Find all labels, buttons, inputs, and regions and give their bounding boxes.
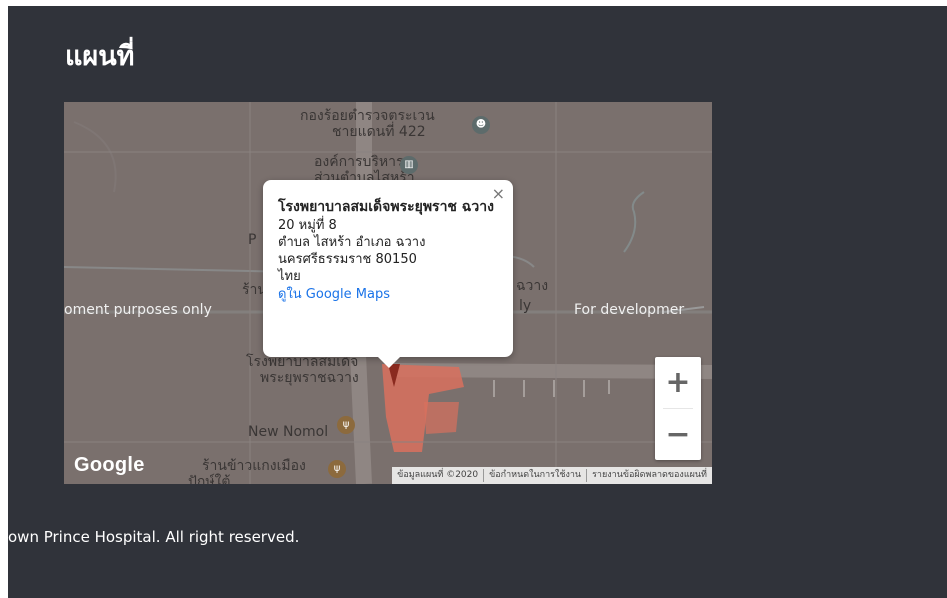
terms-link[interactable]: ข้อกำหนดในการใช้งาน — [484, 469, 588, 482]
close-icon[interactable]: × — [492, 184, 505, 203]
address-line: ตำบล ไสหร้า อำเภอ ฉวาง — [278, 235, 426, 250]
poi-label[interactable]: New Nomol — [248, 424, 328, 440]
google-map[interactable]: กองร้อยตำรวจตระเวน ชายแดนที่ 422 ☻ องค์ก… — [64, 102, 712, 484]
watermark-right: For developmer — [574, 302, 685, 318]
watermark-left: oment purposes only — [64, 302, 212, 318]
info-window: × โรงพยาบาลสมเด็จพระยุพราช ฉวาง 20 หมู่ท… — [263, 180, 513, 368]
partial-label: ฉวาง — [516, 278, 549, 294]
map-attribution: ข้อมูลแผนที่ ©2020 ข้อกำหนดในการใช้งาน ร… — [392, 467, 712, 484]
address-line: ไทย — [278, 269, 301, 284]
government-icon: ▥ — [400, 156, 418, 174]
poi-label[interactable]: ร้านข้าวแกงเมือง ปักษ์ใต้ — [188, 458, 306, 484]
zoom-out-button[interactable]: − — [655, 409, 701, 459]
police-icon: ☻ — [472, 116, 490, 134]
info-window-pointer — [377, 356, 401, 368]
map-section: แผนที่ กองร้อยตำรวจตระเวน ชายแดนที่ 422 … — [8, 6, 947, 598]
google-logo[interactable]: Google — [74, 454, 145, 477]
zoom-in-button[interactable]: + — [655, 357, 701, 407]
address-line: นครศรีธรรมราช 80150 — [278, 252, 417, 267]
hospital-label[interactable]: โรงพยาบาลสมเด็จ พระยุพราชฉวาง — [246, 354, 359, 386]
report-error-link[interactable]: รายงานข้อผิดพลาดของแผนที่ — [587, 469, 712, 482]
map-data-credit: ข้อมูลแผนที่ ©2020 — [392, 469, 485, 482]
footer-copyright: own Prince Hospital. All right reserved. — [8, 528, 300, 546]
poi-label[interactable]: กองร้อยตำรวจตระเวน ชายแดนที่ 422 — [300, 108, 435, 140]
address-line: 20 หมู่ที่ 8 — [278, 218, 337, 233]
section-title: แผนที่ — [65, 41, 135, 72]
view-in-google-maps-link[interactable]: ดูใน Google Maps — [278, 285, 499, 304]
partial-label: P — [248, 232, 257, 248]
restaurant-icon: ψ — [328, 460, 346, 478]
partial-label: ly — [519, 298, 532, 314]
restaurant-icon: ψ — [337, 416, 355, 434]
zoom-control: + − — [655, 357, 701, 460]
place-name: โรงพยาบาลสมเด็จพระยุพราช ฉวาง — [278, 199, 494, 215]
